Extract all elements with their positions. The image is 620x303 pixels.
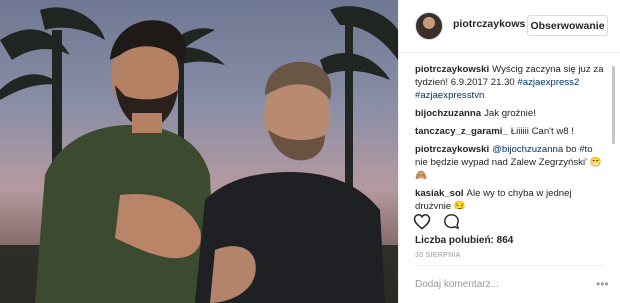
post-date[interactable]: 30 SIERPNIA [415,252,461,259]
comment-hashtag-link[interactable]: @bijochzuzanna [492,144,563,155]
comment-icon[interactable] [443,213,460,230]
comments-list[interactable]: piotrczaykowski Wyścig zaczyna się już za… [415,63,605,209]
more-options-icon[interactable]: ••• [596,278,609,290]
post-sidebar: piotrczaykows Obserwowanie piotrczaykows… [398,0,620,303]
comment-item: bijochzuzanna Jak groźnie! [415,107,605,120]
likes-count[interactable]: Liczba polubień: 864 [415,235,513,246]
comment-hashtag-link[interactable]: #azjaexpresstvn [415,90,484,101]
comment-text: Jak groźnie! [484,108,536,119]
comment-username[interactable]: tanczacy_z_garami_ [415,126,508,137]
comment-item: piotrczaykowski Wyścig zaczyna się już za… [415,63,605,102]
comment-text: nie będzie wypad nad Zalew Zegrzyński' 😁… [415,157,602,181]
comment-item: piotrczaykowski @bijochzuzanna bo #to nie… [415,143,605,182]
comment-input[interactable] [415,276,591,292]
comment-text: Łiiiiii Can't w8 ! [510,126,574,137]
comment-item: kasiak_sol Ale wy to chyba w jednej druży… [415,187,605,209]
comment-hashtag-link[interactable]: #to [579,144,592,155]
author-username[interactable]: piotrczaykows [453,18,525,30]
post-photo[interactable] [0,0,398,303]
divider [415,265,605,266]
post-actions [413,211,460,231]
comment-username[interactable]: bijochzuzanna [415,108,481,119]
comment-item: tanczacy_z_garami_ Łiiiiii Can't w8 ! [415,125,605,138]
comment-hashtag-link[interactable]: #azjaexpress2 [517,77,579,88]
post-photo-illustration [0,6,398,303]
comment-username[interactable]: piotrczaykowski [415,144,489,155]
post-header: piotrczaykows Obserwowanie [399,0,620,53]
heart-icon[interactable] [413,213,431,230]
comment-username[interactable]: kasiak_sol [415,188,464,199]
author-avatar[interactable] [415,12,443,40]
follow-button[interactable]: Obserwowanie [527,15,608,36]
comment-username[interactable]: piotrczaykowski [415,64,489,75]
comments-scrollbar[interactable] [612,66,615,144]
comment-text: bo [563,144,580,155]
